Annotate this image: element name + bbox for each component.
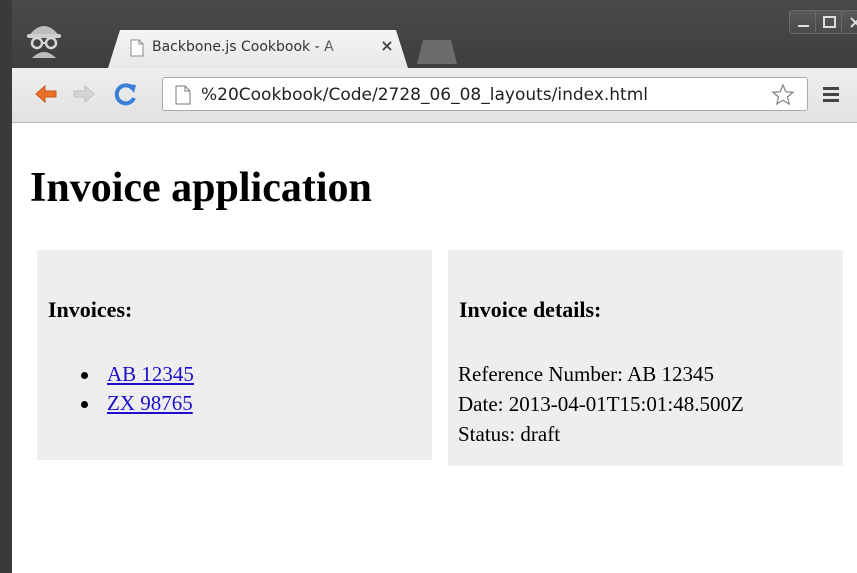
invoice-link-zx-98765[interactable]: ZX 98765 xyxy=(107,391,193,415)
reference-number: Reference Number: AB 12345 xyxy=(458,362,715,386)
page-icon xyxy=(130,39,144,57)
browser-window: Backbone.js Cookbook - A × %20Cookbook/C… xyxy=(0,0,857,573)
incognito-icon xyxy=(24,18,64,58)
back-arrow-icon[interactable] xyxy=(32,80,60,108)
new-tab-button[interactable] xyxy=(417,40,457,64)
invoice-details-title: Invoice details: xyxy=(459,297,602,322)
star-icon[interactable] xyxy=(771,83,795,107)
forward-arrow-icon[interactable] xyxy=(70,80,98,108)
invoice-date: Date: 2013-04-01T15:01:48.500Z xyxy=(458,392,744,416)
reload-icon[interactable] xyxy=(112,80,140,108)
tab-close-icon[interactable]: × xyxy=(379,37,395,55)
page-title: Invoice application xyxy=(30,165,372,211)
browser-toolbar: %20Cookbook/Code/2728_06_08_layouts/inde… xyxy=(12,68,857,123)
tab-title: Backbone.js Cookbook - A xyxy=(152,39,334,55)
minimize-button[interactable] xyxy=(789,10,817,34)
maximize-button[interactable] xyxy=(815,10,843,34)
url-text: %20Cookbook/Code/2728_06_08_layouts/inde… xyxy=(201,85,649,105)
invoice-status: Status: draft xyxy=(458,422,561,446)
active-tab[interactable]: Backbone.js Cookbook - A × xyxy=(108,30,408,68)
page-content: Invoice application Invoices: AB 12345 Z… xyxy=(12,123,857,573)
invoices-panel-title: Invoices: xyxy=(48,297,133,322)
page-icon xyxy=(175,85,191,105)
list-item: ZX 98765 xyxy=(75,389,194,418)
invoice-details-panel: Invoice details: Reference Number: AB 12… xyxy=(448,250,843,466)
invoice-list: AB 12345 ZX 98765 xyxy=(75,360,194,418)
invoice-link-ab-12345[interactable]: AB 12345 xyxy=(107,362,194,386)
title-bar: Backbone.js Cookbook - A × xyxy=(12,0,857,68)
invoices-panel: Invoices: AB 12345 ZX 98765 xyxy=(37,250,432,460)
menu-icon[interactable] xyxy=(819,82,843,106)
address-bar[interactable]: %20Cookbook/Code/2728_06_08_layouts/inde… xyxy=(162,77,808,111)
list-item: AB 12345 xyxy=(75,360,194,389)
close-window-button[interactable] xyxy=(841,10,857,34)
